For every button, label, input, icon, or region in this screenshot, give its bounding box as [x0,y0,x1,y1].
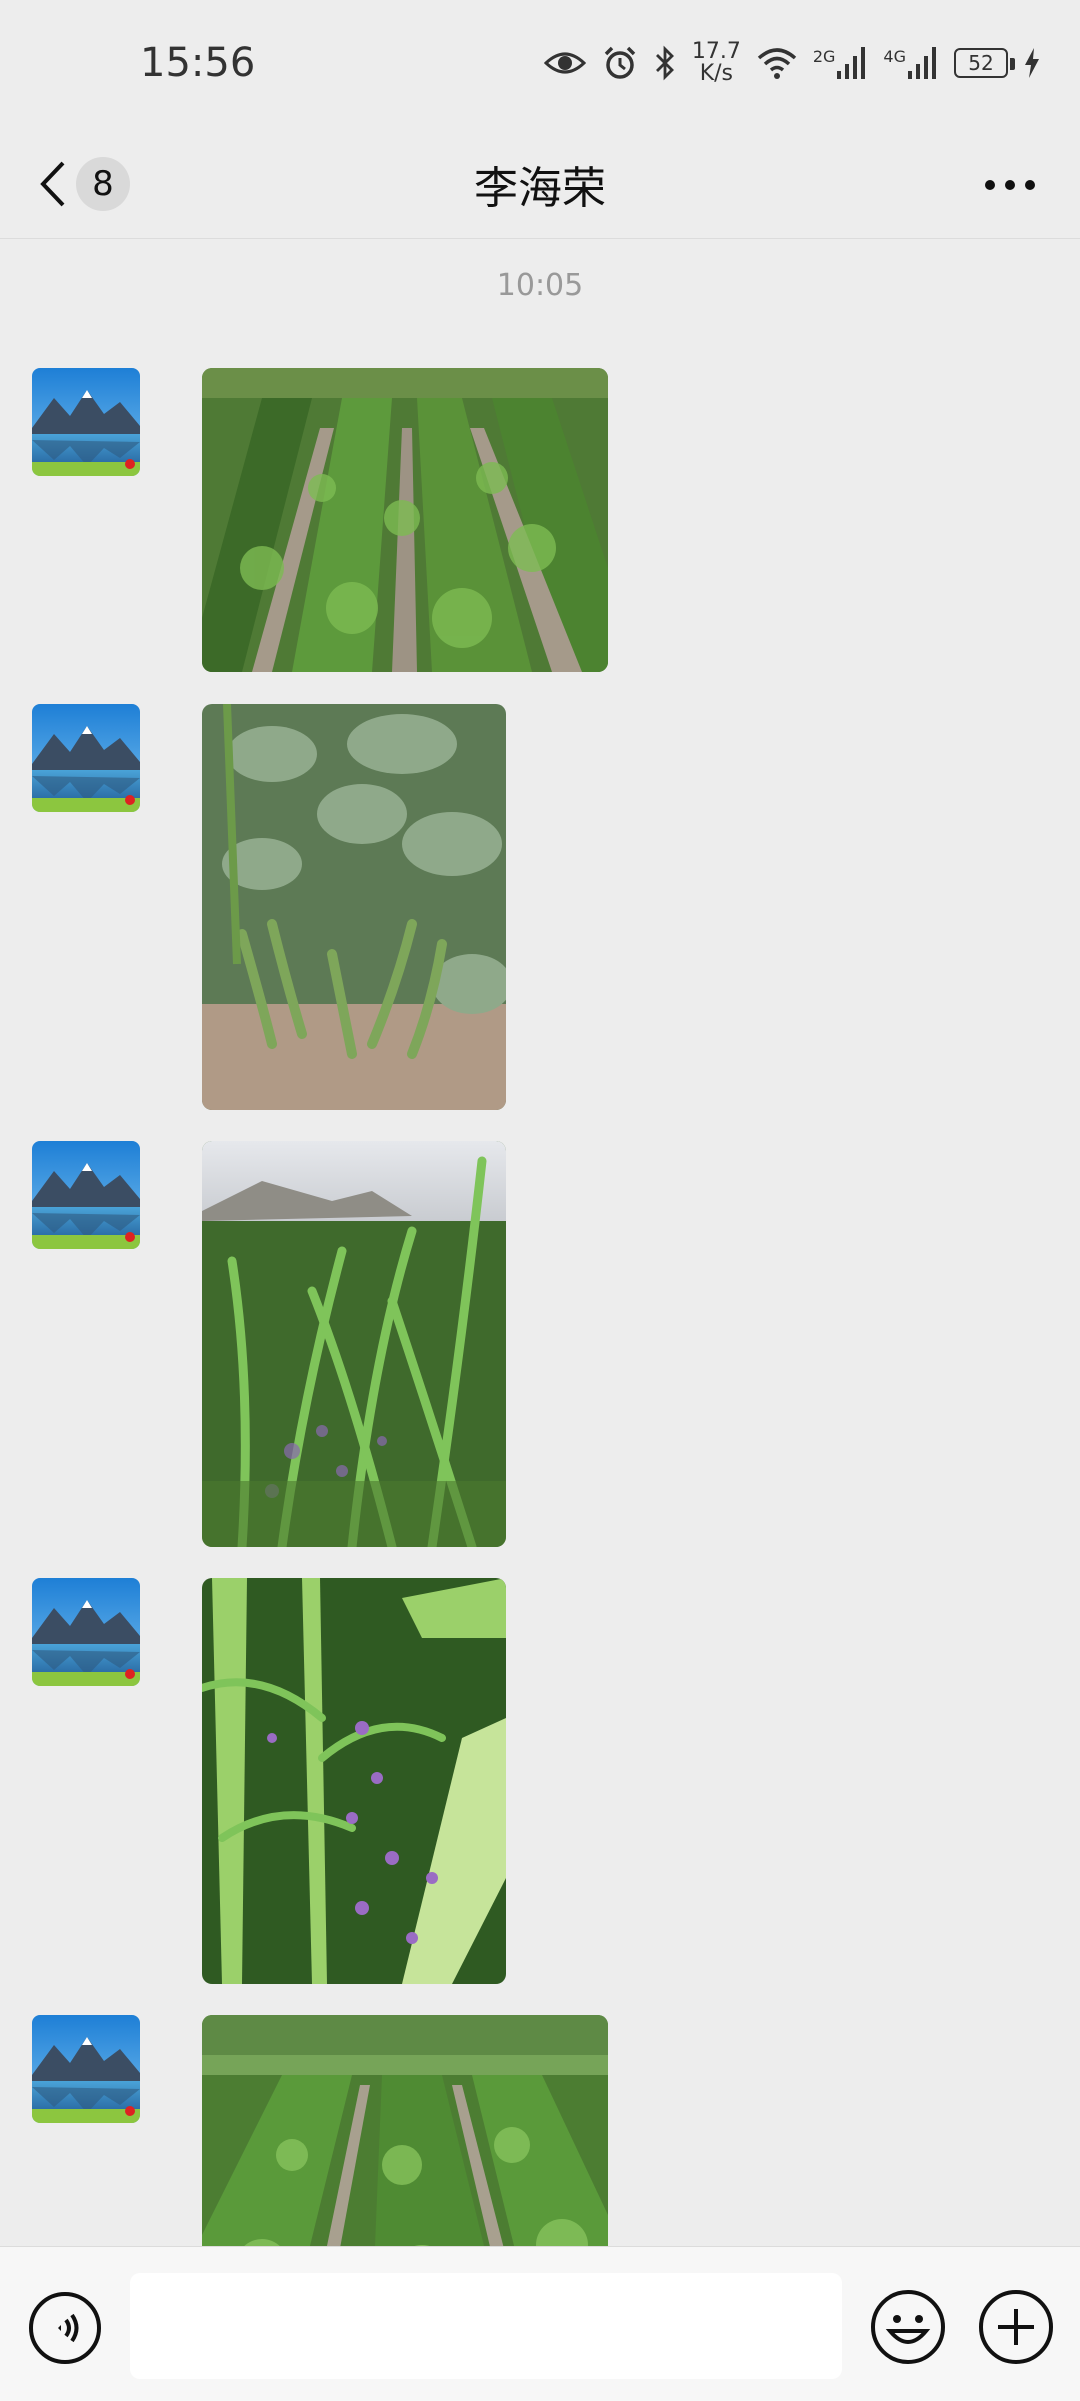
avatar[interactable] [32,704,140,812]
status-bar: 15:56 17.7 K/s 2G 4G 52 [0,0,1080,130]
signal-bars-icon [837,47,866,79]
bluetooth-icon [654,45,676,81]
alarm-icon [602,45,638,81]
signal-2g: 2G [813,47,868,79]
wifi-icon [757,46,797,80]
avatar[interactable] [32,1578,140,1686]
more-options-button[interactable] [980,160,1040,210]
message-item [32,704,506,1110]
battery-icon: 52 [954,48,1015,78]
charging-icon [1024,48,1040,78]
avatar[interactable] [32,2015,140,2123]
status-icons: 17.7 K/s 2G 4G 52 [543,38,1040,88]
message-timestamp: 10:05 [496,268,584,303]
image-message[interactable] [202,1141,506,1547]
more-functions-button[interactable] [978,2289,1054,2365]
plus-circle-icon [979,2290,1053,2364]
eye-icon [543,49,586,77]
chat-input-bar [0,2246,1080,2401]
message-input[interactable] [130,2273,842,2379]
photo-bean-field-rows [202,368,608,672]
photo-corn-vetch-closeup [202,1578,506,1984]
image-message[interactable] [202,368,608,672]
page-title: 李海荣 [474,163,606,214]
signal-4g-label: 4G [883,47,906,66]
avatar[interactable] [32,368,140,476]
signal-2g-label: 2G [812,47,836,66]
status-time: 15:56 [140,40,256,86]
message-item [32,1141,506,1547]
network-speed: 17.7 K/s [692,41,741,85]
avatar[interactable] [32,1141,140,1249]
image-message[interactable] [202,1578,506,1984]
signal-bars-icon [908,47,936,79]
emoji-icon [871,2290,945,2364]
message-item [32,1578,506,1984]
more-dots-icon [985,180,1035,190]
signal-4g: 4G [883,47,938,79]
image-message[interactable] [202,704,506,1110]
network-speed-unit: K/s [699,61,733,86]
voice-icon [29,2292,101,2364]
voice-input-button[interactable] [28,2291,102,2365]
photo-broad-bean-pods [202,704,506,1110]
message-item [32,368,608,672]
network-speed-value: 17.7 [691,39,741,64]
battery-level: 52 [968,51,994,75]
emoji-button[interactable] [870,2289,946,2365]
chat-header: 8 李海荣 [0,130,1080,239]
photo-corn-and-vetch [202,1141,506,1547]
